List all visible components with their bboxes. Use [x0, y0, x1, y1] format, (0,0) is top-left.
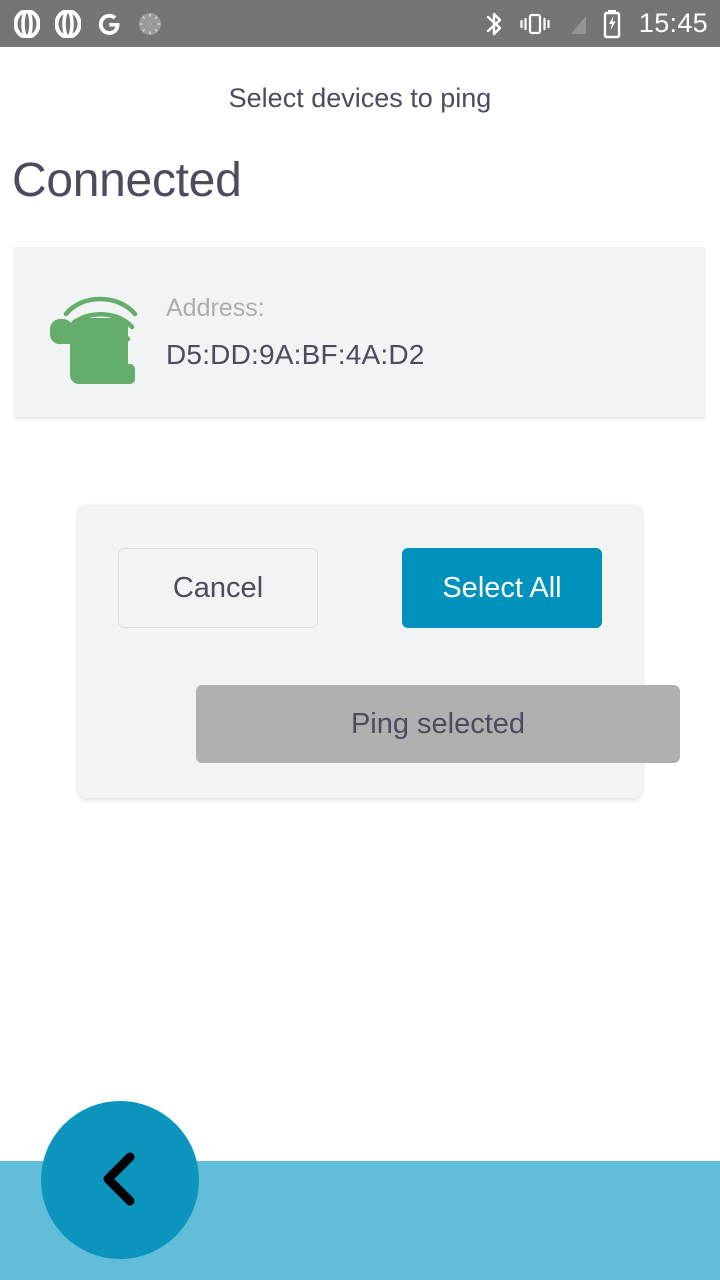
ping-actions-dialog: Cancel Select All Ping selected [78, 505, 680, 798]
google-icon [96, 10, 122, 38]
ping-selected-button[interactable]: Ping selected [196, 685, 680, 763]
vibrate-icon [519, 10, 551, 38]
dialog-button-row: Cancel Select All [118, 548, 602, 628]
device-address-label: Address: [166, 293, 265, 322]
opera-beta-icon [55, 9, 81, 38]
page-title: Select devices to ping [228, 83, 492, 113]
status-bar-clock: 15:45 [638, 8, 708, 38]
device-address-value: D5:DD:9A:BF:4A:D2 [166, 338, 425, 370]
section-heading-connected: Connected [12, 154, 242, 207]
status-bar-system-icons: 15:45 [483, 8, 708, 39]
status-bar-notification-icons [14, 9, 163, 38]
cancel-button[interactable]: Cancel [118, 548, 318, 628]
chevron-left-icon [83, 1142, 157, 1219]
battery-charging-icon [603, 9, 621, 39]
app-screen: 15:45 Select devices to ping Connected A… [0, 0, 720, 1280]
device-list-item[interactable]: Address: D5:DD:9A:BF:4A:D2 [14, 247, 705, 417]
status-bar: 15:45 [0, 0, 720, 47]
opera-icon [14, 9, 40, 38]
back-fab-button[interactable] [41, 1101, 199, 1259]
device-info: Address: D5:DD:9A:BF:4A:D2 [166, 294, 425, 371]
sync-progress-icon [137, 11, 163, 37]
beacon-signal-icon [36, 276, 148, 388]
bluetooth-icon [483, 9, 505, 39]
select-all-button[interactable]: Select All [402, 548, 602, 628]
no-sim-icon [565, 10, 589, 38]
